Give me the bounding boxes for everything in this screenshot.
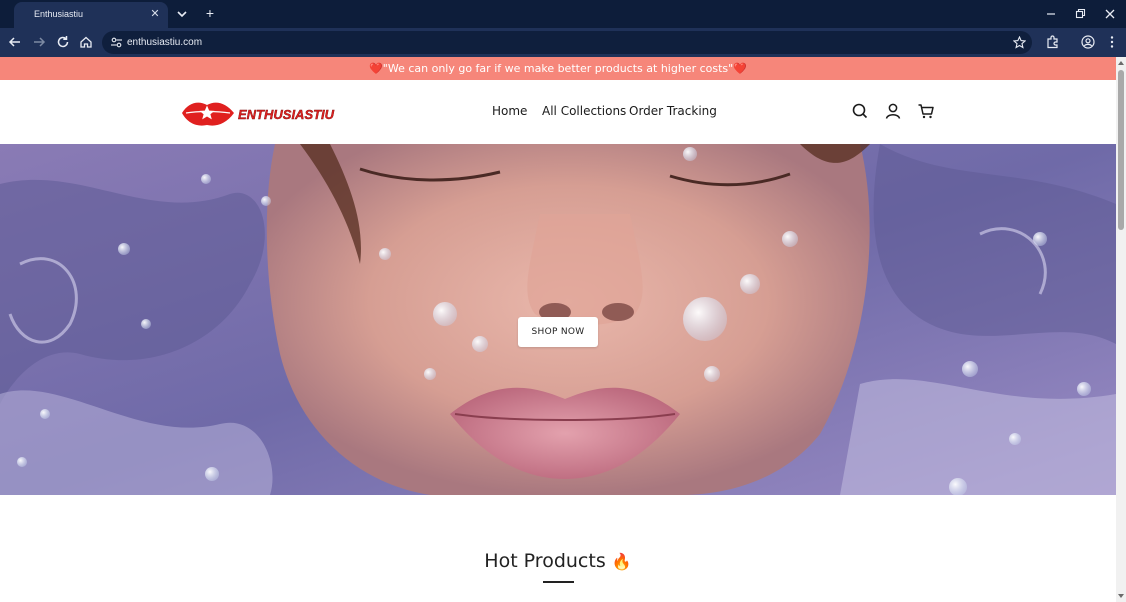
fire-icon: 🔥 <box>611 552 632 571</box>
announcement-bar: ❤️"We can only go far if we make better … <box>0 57 1116 80</box>
back-icon[interactable] <box>7 34 23 50</box>
hot-products-title: Hot Products <box>484 550 606 572</box>
browser-menu-icon[interactable] <box>1104 34 1120 50</box>
reload-icon[interactable] <box>55 34 71 50</box>
browser-tab[interactable]: Enthusiastiu ✕ <box>14 2 168 28</box>
forward-icon[interactable] <box>31 34 47 50</box>
scrollbar-thumb[interactable] <box>1118 70 1124 230</box>
tab-search-chevron-icon[interactable] <box>175 7 189 21</box>
home-icon[interactable] <box>78 34 94 50</box>
nav-order-tracking[interactable]: Order Tracking <box>629 104 717 118</box>
account-icon[interactable] <box>884 102 902 120</box>
new-tab-icon[interactable]: + <box>203 6 217 20</box>
site-settings-icon[interactable] <box>110 36 123 49</box>
close-window-icon[interactable] <box>1102 6 1118 22</box>
heading-divider <box>543 581 574 583</box>
restore-icon[interactable] <box>1072 6 1088 22</box>
search-icon[interactable] <box>851 102 869 120</box>
brand-logo[interactable]: ENTHUSIASTIU <box>180 97 350 129</box>
svg-text:ENTHUSIASTIU: ENTHUSIASTIU <box>238 107 335 122</box>
cart-icon[interactable] <box>917 102 935 120</box>
browser-toolbar: enthusiastiu.com <box>0 28 1126 57</box>
tab-close-icon[interactable]: ✕ <box>148 7 162 21</box>
extensions-icon[interactable] <box>1045 34 1061 50</box>
page-scrollbar[interactable] <box>1116 57 1126 602</box>
hot-products-heading: Hot Products 🔥 <box>0 550 1116 572</box>
scroll-up-icon[interactable] <box>1117 59 1125 67</box>
minimize-icon[interactable] <box>1043 6 1059 22</box>
tab-title: Enthusiastiu <box>34 9 84 19</box>
nav-all-collections[interactable]: All Collections <box>542 104 626 118</box>
bookmark-star-icon[interactable] <box>1013 36 1026 49</box>
nav-home[interactable]: Home <box>492 104 527 118</box>
address-bar[interactable]: enthusiastiu.com <box>102 31 1032 54</box>
browser-tabstrip: Enthusiastiu ✕ + <box>0 0 1126 28</box>
shop-now-button[interactable]: SHOP NOW <box>518 317 598 347</box>
scroll-down-icon[interactable] <box>1117 592 1125 600</box>
hero-banner[interactable]: SHOP NOW <box>0 144 1116 495</box>
page-viewport: ❤️"We can only go far if we make better … <box>0 57 1126 602</box>
profile-icon[interactable] <box>1080 34 1096 50</box>
site-header: ENTHUSIASTIU Home All Collections Order … <box>0 80 1116 144</box>
url-text[interactable]: enthusiastiu.com <box>127 37 202 48</box>
